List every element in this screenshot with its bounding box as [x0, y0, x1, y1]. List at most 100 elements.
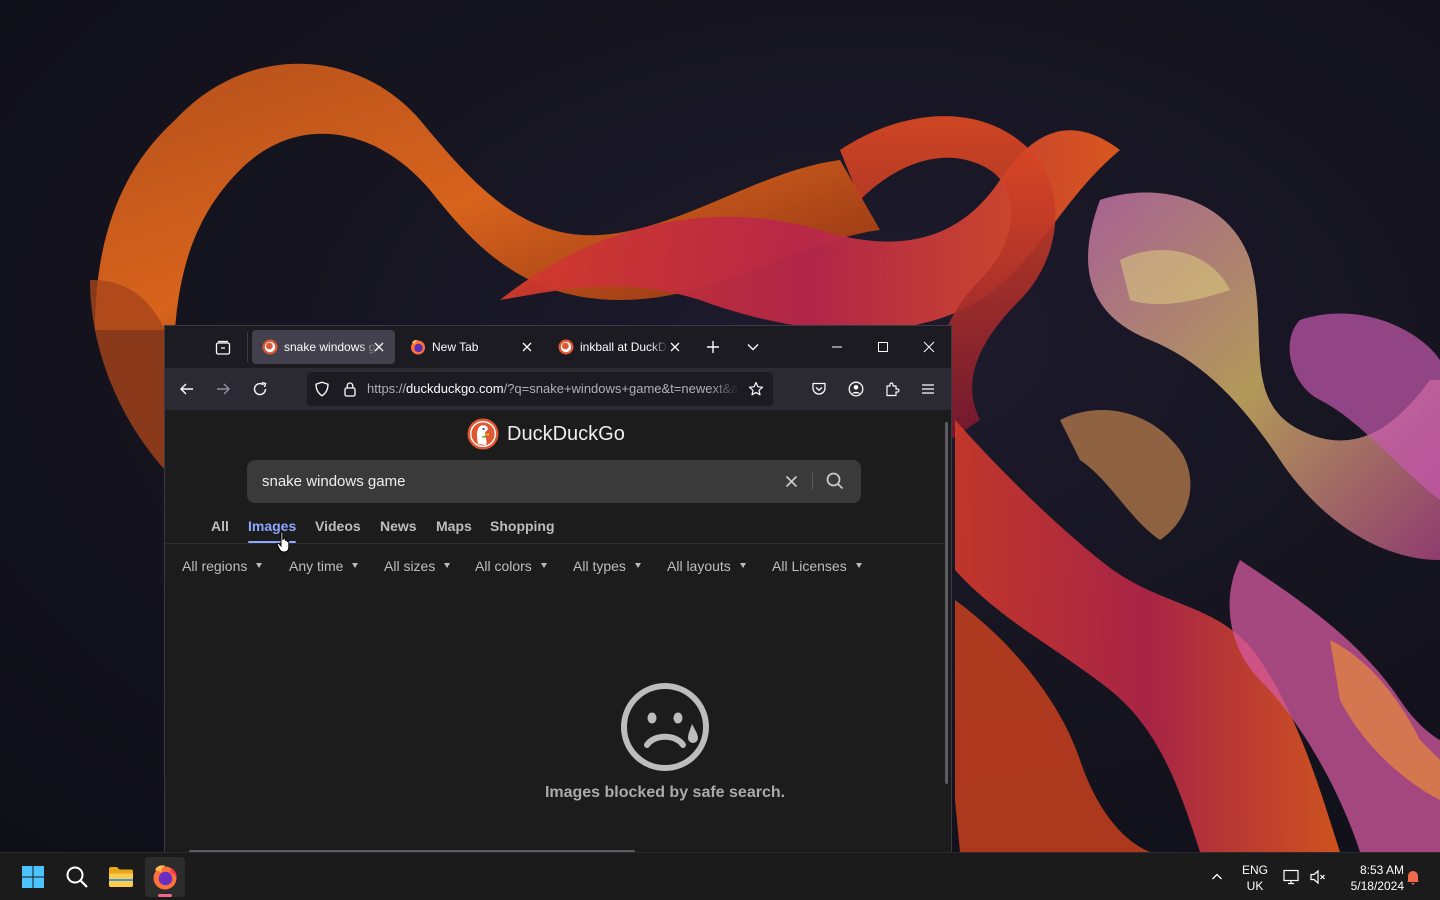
tab-videos[interactable]: Videos	[315, 518, 361, 534]
volume-button[interactable]	[1306, 853, 1330, 900]
app-menu-button[interactable]	[918, 379, 938, 399]
folder-icon	[109, 867, 133, 887]
lock-icon	[344, 382, 356, 397]
language-code: ENG	[1241, 863, 1268, 877]
tab-bar: snake windows game at DuckDuckGo New Tab	[165, 326, 951, 368]
duckduckgo-favicon-icon	[262, 339, 278, 355]
forward-button[interactable]	[213, 379, 233, 399]
tab-news[interactable]: News	[380, 518, 417, 534]
clear-search-button[interactable]	[783, 473, 799, 489]
search-submit-button[interactable]	[825, 471, 845, 491]
tab-title: inkball at DuckDuckGo	[580, 340, 668, 354]
pocket-icon	[812, 382, 826, 395]
brand-name: DuckDuckGo	[507, 422, 625, 445]
firefox-view-button[interactable]	[213, 338, 233, 358]
shield-icon	[315, 381, 329, 397]
filter-label: All colors	[475, 558, 532, 574]
file-explorer-button[interactable]	[102, 853, 140, 900]
tab-inkball[interactable]: inkball at DuckDuckGo	[548, 330, 691, 364]
extensions-button[interactable]	[882, 379, 902, 399]
account-icon	[848, 381, 864, 397]
url-path: /?q=snake+windows+game&t=newext&atb=v1-1…	[503, 381, 739, 396]
show-hidden-icons-button[interactable]	[1204, 853, 1230, 900]
reload-icon	[253, 381, 267, 396]
minimize-button[interactable]	[815, 326, 859, 368]
tab-shopping[interactable]: Shopping	[490, 518, 555, 534]
firefox-window: snake windows game at DuckDuckGo New Tab	[164, 325, 952, 852]
image-filters: All regions Any time All sizes All color…	[165, 558, 951, 578]
tab-close-button[interactable]	[371, 339, 387, 355]
filter-licenses[interactable]: All Licenses	[772, 558, 862, 574]
caret-down-icon	[855, 563, 862, 568]
filter-sizes[interactable]: All sizes	[384, 558, 451, 574]
vertical-scrollbar[interactable]	[945, 422, 948, 784]
filter-label: All sizes	[384, 558, 436, 574]
filter-label: All layouts	[667, 558, 731, 574]
network-monitor-icon	[1283, 869, 1299, 885]
caret-down-icon	[352, 563, 359, 568]
tab-snake-windows-game[interactable]: snake windows game at DuckDuckGo	[252, 330, 395, 364]
clock-date: 5/18/2024	[1350, 879, 1404, 893]
notifications-button[interactable]	[1402, 853, 1424, 900]
duckduckgo-logo-icon	[467, 418, 499, 450]
tracking-protection-button[interactable]	[313, 380, 331, 398]
address-bar[interactable]: https://duckduckgo.com/?q=snake+windows+…	[307, 372, 773, 406]
filter-label: All regions	[182, 558, 248, 574]
new-tab-button[interactable]	[703, 337, 723, 357]
caret-down-icon	[634, 563, 641, 568]
search-icon	[66, 866, 88, 888]
filter-colors[interactable]: All colors	[475, 558, 547, 574]
taskbar: ENG UK 8:53 AM 5/18/2024	[0, 852, 1440, 900]
filter-layouts[interactable]: All layouts	[667, 558, 746, 574]
clear-icon	[785, 475, 797, 487]
input-language-indicator[interactable]: ENG UK	[1236, 862, 1274, 894]
account-button[interactable]	[846, 379, 866, 399]
list-all-tabs-button[interactable]	[743, 337, 763, 357]
minimize-icon	[832, 346, 842, 348]
clock[interactable]: 8:53 AM 5/18/2024	[1334, 862, 1404, 894]
maximize-button[interactable]	[861, 326, 905, 368]
running-indicator	[158, 894, 172, 897]
navigation-toolbar: https://duckduckgo.com/?q=snake+windows+…	[165, 368, 951, 410]
filter-regions[interactable]: All regions	[182, 558, 263, 574]
close-icon	[374, 342, 384, 352]
duckduckgo-favicon-icon	[558, 339, 574, 355]
close-icon	[522, 342, 532, 352]
network-button[interactable]	[1281, 853, 1303, 900]
tab-close-button[interactable]	[519, 339, 535, 355]
filter-time[interactable]: Any time	[289, 558, 359, 574]
pocket-button[interactable]	[809, 379, 829, 399]
sad-face-icon	[620, 682, 710, 777]
back-button[interactable]	[177, 379, 197, 399]
firefox-taskbar-button[interactable]	[145, 857, 185, 897]
close-window-button[interactable]	[907, 326, 951, 368]
plus-icon	[707, 341, 719, 353]
search-button[interactable]	[58, 853, 96, 900]
close-icon	[923, 341, 935, 353]
star-icon	[748, 381, 764, 396]
search-divider	[812, 473, 813, 490]
filter-label: All types	[573, 558, 626, 574]
firefox-view-icon	[215, 340, 231, 355]
duckduckgo-logo[interactable]: DuckDuckGo	[467, 418, 625, 450]
tab-new-tab[interactable]: New Tab	[400, 330, 543, 364]
url-text[interactable]: https://duckduckgo.com/?q=snake+windows+…	[367, 381, 739, 396]
bookmark-star-button[interactable]	[747, 380, 765, 398]
url-host: duckduckgo.com	[406, 381, 504, 396]
reload-button[interactable]	[250, 379, 270, 399]
hand-cursor-icon	[276, 531, 290, 553]
site-security-button[interactable]	[341, 380, 359, 398]
filter-types[interactable]: All types	[573, 558, 641, 574]
search-box[interactable]: snake windows game	[247, 460, 861, 503]
firefox-icon	[153, 865, 177, 890]
tab-title: New Tab	[432, 340, 479, 354]
tab-maps[interactable]: Maps	[436, 518, 472, 534]
tab-close-button[interactable]	[667, 339, 683, 355]
start-button[interactable]	[14, 853, 52, 900]
caret-down-icon	[739, 563, 746, 568]
speaker-muted-icon	[1310, 869, 1325, 885]
arrow-right-icon	[217, 383, 230, 395]
tab-all[interactable]: All	[211, 518, 229, 534]
search-input[interactable]: snake windows game	[262, 473, 405, 490]
caret-down-icon	[540, 563, 547, 568]
